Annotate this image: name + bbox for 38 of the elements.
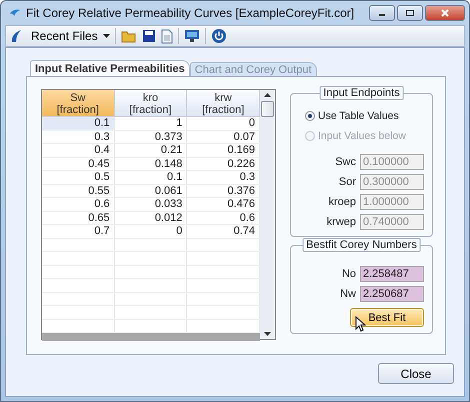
scrollbar[interactable] (260, 90, 275, 339)
window-title: Fit Corey Relative Permeability Curves [ExampleCoreyFit.cor] (26, 6, 354, 20)
scroll-down-icon[interactable] (264, 332, 271, 336)
app-logo-icon[interactable] (10, 29, 22, 43)
close-icon (440, 9, 450, 17)
field-label: Nw (340, 288, 356, 300)
radio-button[interactable] (305, 111, 315, 121)
column-header[interactable]: kro [fraction] (114, 90, 188, 117)
output-field[interactable]: 2.258487 (360, 266, 424, 282)
field-label: Swc (335, 156, 356, 168)
group-title: Bestfit Corey Numbers (302, 238, 421, 252)
mouse-cursor-icon (355, 316, 366, 332)
field-label: krwep (326, 216, 356, 228)
minimize-button[interactable] (369, 5, 395, 21)
recent-files-dropdown[interactable]: Recent Files (27, 29, 98, 43)
power-icon[interactable] (210, 28, 227, 44)
scroll-up-icon[interactable] (264, 93, 271, 97)
close-window-button[interactable] (425, 5, 465, 21)
tab[interactable]: Input Relative Permeabilities (30, 60, 190, 76)
app-logo-icon (8, 7, 22, 19)
document-icon[interactable] (160, 28, 173, 44)
caret-icon (102, 34, 110, 38)
maximize-icon (405, 9, 415, 17)
group-title: Input Endpoints (319, 86, 404, 100)
field-label: kroep (328, 196, 356, 208)
close-button[interactable]: Close (378, 363, 454, 384)
table-cell: 0.1 (42, 117, 115, 130)
column-header[interactable]: Sw [fraction] (42, 90, 115, 117)
radio-option[interactable]: Use Table Values (305, 110, 424, 122)
scroll-thumb[interactable] (261, 101, 274, 117)
field-label: Sor (338, 176, 356, 188)
output-field[interactable]: 2.250687 (360, 286, 424, 302)
maximize-button[interactable] (397, 5, 423, 21)
folder-icon[interactable] (120, 30, 137, 42)
column-header[interactable]: krw [fraction] (187, 90, 260, 117)
best-fit-button[interactable]: Best Fit (350, 308, 424, 327)
field-label: No (342, 268, 356, 280)
monitor-icon[interactable] (184, 29, 200, 43)
